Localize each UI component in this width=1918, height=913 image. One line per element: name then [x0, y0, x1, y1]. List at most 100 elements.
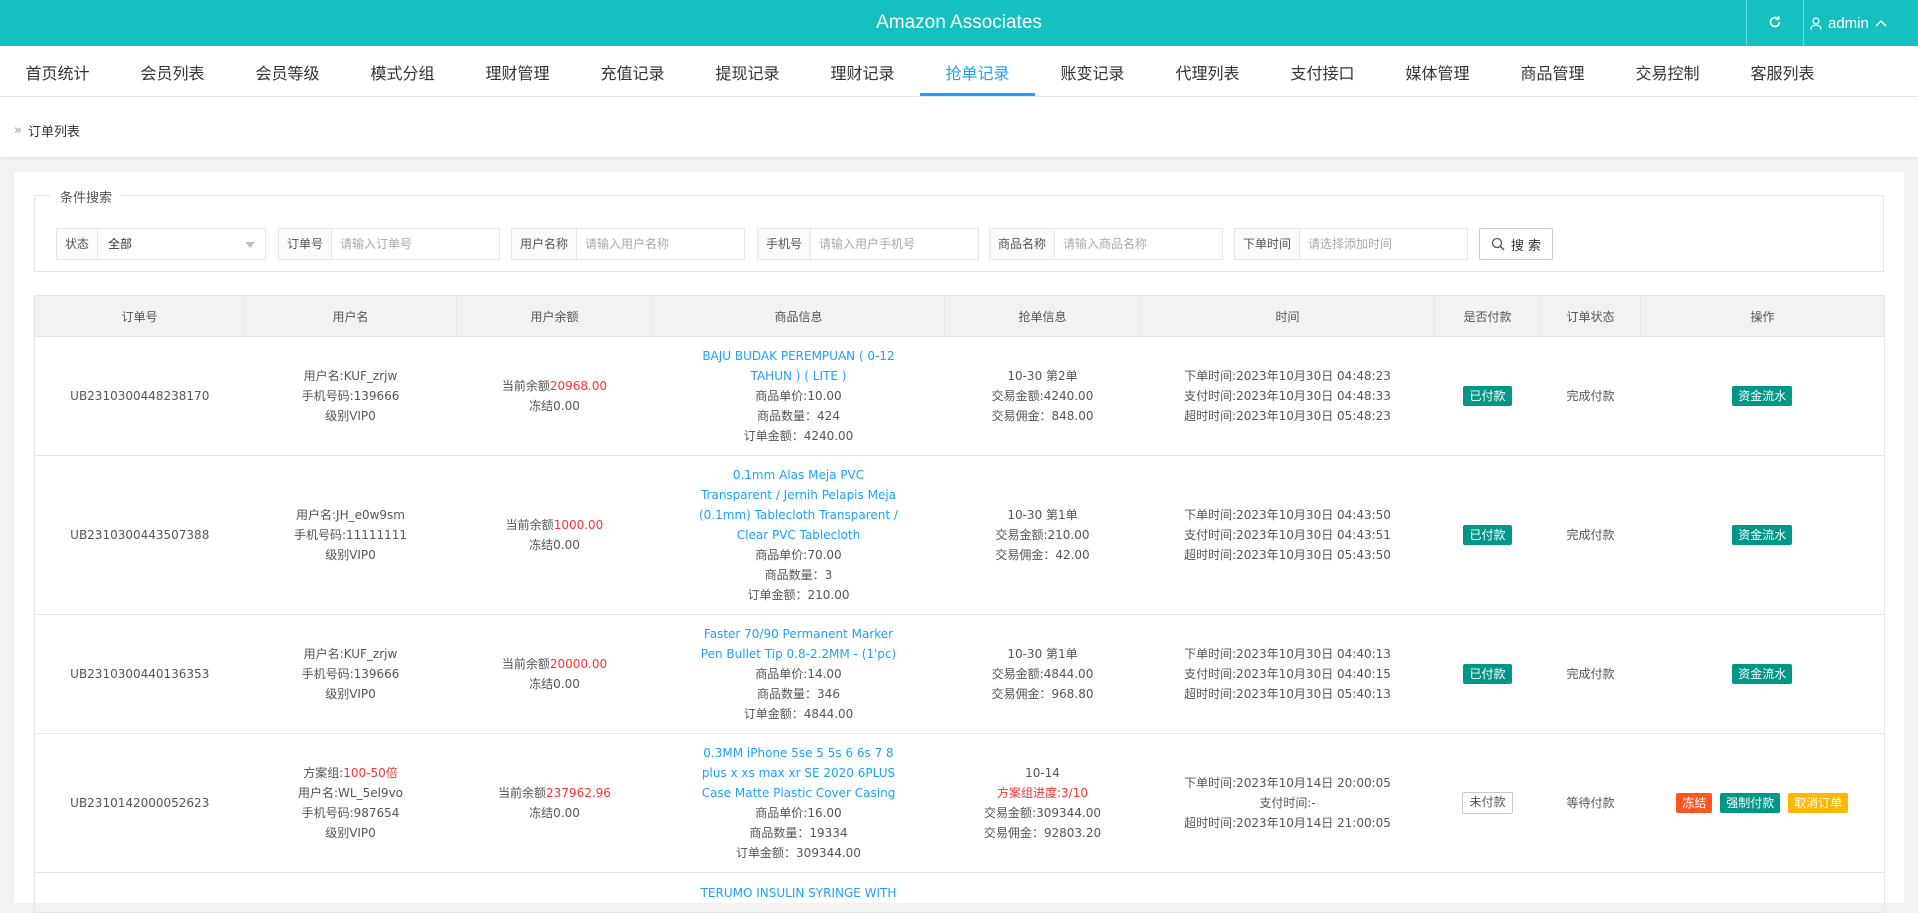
nav-item-goods[interactable]: 商品管理 — [1495, 46, 1610, 93]
goods-cell: BAJU BUDAK PEREMPUAN ( 0-12 TAHUN ) ( LI… — [652, 336, 945, 456]
fund-flow-button[interactable]: 资金流水 — [1732, 664, 1793, 684]
goods-title-link[interactable]: 0.1mm Alas Meja PVC Transparent / Jernih… — [699, 465, 899, 545]
timeout-time: 超时时间:2023年10月14日 21:00:05 — [1184, 816, 1391, 830]
goods-cell: TERUMO INSULIN SYRINGE WITH — [652, 872, 945, 913]
goods-title-link[interactable]: BAJU BUDAK PEREMPUAN ( 0-12 TAHUN ) ( LI… — [699, 346, 899, 386]
nav-item-trade-control[interactable]: 交易控制 — [1610, 46, 1725, 93]
user-name: 用户名:KUF_zrjw — [303, 369, 398, 383]
user-name: 用户名:KUF_zrjw — [303, 647, 398, 661]
table-row: TERUMO INSULIN SYRINGE WITH — [34, 872, 1885, 913]
search-button[interactable]: 搜 索 — [1479, 228, 1553, 260]
user-cell: 用户名:JH_e0w9sm 手机号码:11111111 级别VIP0 — [244, 455, 457, 615]
nav-item-member-levels[interactable]: 会员等级 — [230, 46, 345, 93]
pay-time: 支付时间:2023年10月30日 04:40:15 — [1184, 667, 1391, 681]
user-level: 级别VIP0 — [325, 826, 376, 840]
balance-label: 当前余额 — [505, 518, 554, 532]
paid-cell: 已付款 — [1434, 336, 1541, 456]
order-no-cell: UB2310300448238170 — [34, 336, 245, 456]
nav-item-finance-records[interactable]: 理财记录 — [805, 46, 920, 93]
time-cell: 下单时间:2023年10月30日 04:43:50 支付时间:2023年10月3… — [1140, 455, 1435, 615]
user-phone: 手机号码:139666 — [301, 389, 400, 403]
nav-item-members[interactable]: 会员列表 — [115, 46, 230, 93]
freeze-button[interactable]: 冻结 — [1676, 793, 1713, 813]
paid-badge: 已付款 — [1463, 386, 1512, 406]
top-bar: Amazon Associates admin — [0, 0, 1918, 46]
user-level: 级别VIP0 — [325, 687, 376, 701]
actions-cell: 资金流水 — [1640, 336, 1885, 456]
unpaid-badge: 未付款 — [1462, 792, 1513, 814]
grab-commission: 交易佣金：968.80 — [991, 687, 1094, 701]
fund-flow-button[interactable]: 资金流水 — [1732, 386, 1793, 406]
nav-item-customer-service[interactable]: 客服列表 — [1725, 46, 1840, 93]
actions-cell: 资金流水 — [1640, 455, 1885, 615]
user-cell: 用户名:KUF_zrjw 手机号码:139666 级别VIP0 — [244, 336, 457, 456]
status-select-value[interactable]: 全部 — [98, 229, 265, 259]
goods-qty: 商品数量：424 — [757, 409, 840, 423]
search-legend: 条件搜索 — [51, 187, 122, 206]
col-balance: 用户余额 — [456, 295, 653, 337]
timeout-time: 超时时间:2023年10月30日 05:43:50 — [1184, 548, 1391, 562]
breadcrumb-current: 订单列表 — [27, 125, 80, 140]
order-time: 下单时间:2023年10月30日 04:40:13 — [1184, 647, 1391, 661]
order-no-cell: UB2310142000052623 — [34, 733, 245, 873]
grab-amount: 交易金额:210.00 — [995, 528, 1090, 542]
pay-time: 支付时间:- — [1259, 796, 1316, 810]
balance-cell: 当前余额20968.00 冻结0.00 — [456, 336, 653, 456]
phone-field: 手机号 — [757, 228, 979, 260]
status-cell: 完成付款 — [1540, 455, 1641, 615]
username-input[interactable] — [577, 229, 744, 259]
timeout-time: 超时时间:2023年10月30日 05:48:23 — [1184, 409, 1391, 423]
order-time-input[interactable] — [1300, 229, 1467, 259]
user-menu[interactable]: admin — [1810, 0, 1887, 46]
goods-amount: 订单金额：4844.00 — [743, 707, 854, 721]
goods-qty: 商品数量：346 — [757, 687, 840, 701]
pay-time: 支付时间:2023年10月30日 04:48:33 — [1184, 389, 1391, 403]
nav-item-home-stats[interactable]: 首页统计 — [0, 46, 115, 93]
table-row: UB2310142000052623 方案组:100-50倍 用户名:WL_5e… — [34, 733, 1885, 873]
chevron-up-icon — [1875, 19, 1887, 27]
col-time: 时间 — [1140, 295, 1435, 337]
grab-date: 10-30 第2单 — [1007, 369, 1078, 383]
grab-cell: 10-30 第1单 交易金额:210.00 交易佣金：42.00 — [944, 455, 1141, 615]
nav-item-finance-mgmt[interactable]: 理财管理 — [460, 46, 575, 93]
grab-cell: 10-30 第1单 交易金额:4844.00 交易佣金：968.80 — [944, 614, 1141, 734]
table-row: UB2310300443507388 用户名:JH_e0w9sm 手机号码:11… — [34, 455, 1885, 615]
grab-commission: 交易佣金：42.00 — [995, 548, 1090, 562]
order-no-field: 订单号 — [278, 228, 500, 260]
nav-item-media[interactable]: 媒体管理 — [1380, 46, 1495, 93]
goods-title-link[interactable]: Faster 70/90 Permanent Marker Pen Bullet… — [699, 624, 899, 664]
col-username: 用户名 — [244, 295, 457, 337]
double-chevron-icon: » — [14, 123, 22, 138]
nav-item-grab-records[interactable]: 抢单记录 — [920, 46, 1035, 96]
order-time-label: 下单时间 — [1235, 229, 1301, 259]
nav-item-account-changes[interactable]: 账变记录 — [1035, 46, 1150, 93]
user-level: 级别VIP0 — [325, 409, 376, 423]
paid-badge: 已付款 — [1463, 664, 1512, 684]
refresh-button[interactable] — [1746, 0, 1804, 46]
grab-commission: 交易佣金：92803.20 — [983, 826, 1102, 840]
goods-name-input[interactable] — [1055, 229, 1222, 259]
balance-value: 237962.96 — [546, 786, 611, 800]
user-phone: 手机号码:11111111 — [293, 528, 408, 542]
order-time-field: 下单时间 — [1234, 228, 1468, 260]
status-select[interactable]: 状态 全部 — [56, 228, 266, 260]
grab-amount: 交易金额:4844.00 — [991, 667, 1094, 681]
nav-item-payment-api[interactable]: 支付接口 — [1265, 46, 1380, 93]
timeout-time: 超时时间:2023年10月30日 05:40:13 — [1184, 687, 1391, 701]
username-label-field: 用户名称 — [512, 229, 578, 259]
goods-price: 商品单价:70.00 — [755, 548, 842, 562]
nav-item-agents[interactable]: 代理列表 — [1150, 46, 1265, 93]
nav-item-withdraw[interactable]: 提现记录 — [690, 46, 805, 93]
refresh-icon — [1768, 15, 1782, 32]
order-no-cell: UB2310300440136353 — [34, 614, 245, 734]
phone-input[interactable] — [811, 229, 978, 259]
time-cell: 下单时间:2023年10月30日 04:40:13 支付时间:2023年10月3… — [1140, 614, 1435, 734]
nav-item-mode-groups[interactable]: 模式分组 — [345, 46, 460, 93]
goods-title-link[interactable]: 0.3MM iPhone 5se 5 5s 6 6s 7 8 plus x xs… — [699, 743, 899, 803]
fund-flow-button[interactable]: 资金流水 — [1732, 525, 1793, 545]
force-pay-button[interactable]: 强制付款 — [1720, 793, 1781, 813]
order-no-input[interactable] — [332, 229, 499, 259]
goods-title-link[interactable]: TERUMO INSULIN SYRINGE WITH — [699, 883, 899, 903]
cancel-order-button[interactable]: 取消订单 — [1788, 793, 1849, 813]
nav-item-recharge[interactable]: 充值记录 — [575, 46, 690, 93]
